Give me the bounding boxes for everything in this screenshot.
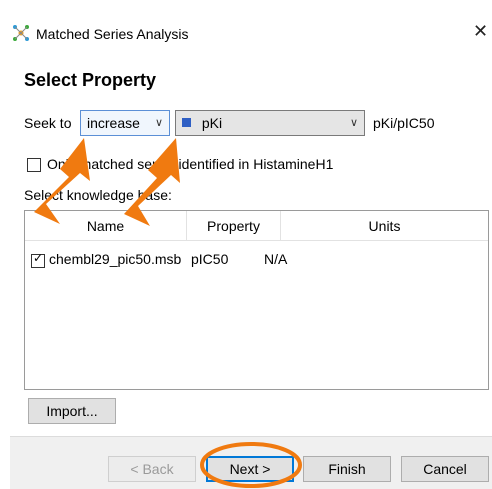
title-bar: Matched Series Analysis ✕ <box>0 0 492 52</box>
table-header: Name Property Units <box>25 211 488 241</box>
app-icon <box>13 25 29 41</box>
seek-direction-value: increase <box>87 115 140 131</box>
chevron-down-icon: ∨ <box>349 117 358 129</box>
column-header-units[interactable]: Units <box>281 211 488 241</box>
window-title: Matched Series Analysis <box>36 26 189 42</box>
row-name: chembl29_pic50.msb <box>49 251 182 267</box>
next-button[interactable]: Next > <box>206 456 294 482</box>
seek-to-label: Seek to <box>24 115 72 131</box>
knowledge-base-table: Name Property Units ✓ chembl29_pic50.msb… <box>24 210 489 390</box>
only-identified-label[interactable]: Only matched series identified in Histam… <box>47 156 333 172</box>
property-select[interactable]: pKi ∨ <box>175 110 365 136</box>
finish-button[interactable]: Finish <box>303 456 391 482</box>
seek-direction-select[interactable]: increase ∨ <box>80 110 170 136</box>
knowledge-base-label: Select knowledge base: <box>24 187 172 203</box>
row-units: N/A <box>264 251 288 267</box>
row-property: pIC50 <box>191 251 229 267</box>
import-button[interactable]: Import... <box>28 398 116 424</box>
property-color-swatch <box>182 118 191 127</box>
cancel-button[interactable]: Cancel <box>401 456 489 482</box>
close-icon[interactable]: ✕ <box>473 21 488 42</box>
only-identified-checkbox[interactable] <box>27 158 41 172</box>
column-header-property[interactable]: Property <box>187 211 281 241</box>
property-units-label: pKi/pIC50 <box>373 115 435 131</box>
chevron-down-icon: ∨ <box>154 117 163 129</box>
row-checkbox[interactable]: ✓ <box>31 251 45 268</box>
property-value: pKi <box>201 115 223 131</box>
back-button[interactable]: < Back <box>108 456 196 482</box>
column-header-name[interactable]: Name <box>25 211 187 241</box>
table-row[interactable]: ✓ chembl29_pic50.msb pIC50 N/A <box>25 249 488 273</box>
checkmark-icon: ✓ <box>33 251 44 265</box>
page-title: Select Property <box>24 70 157 90</box>
